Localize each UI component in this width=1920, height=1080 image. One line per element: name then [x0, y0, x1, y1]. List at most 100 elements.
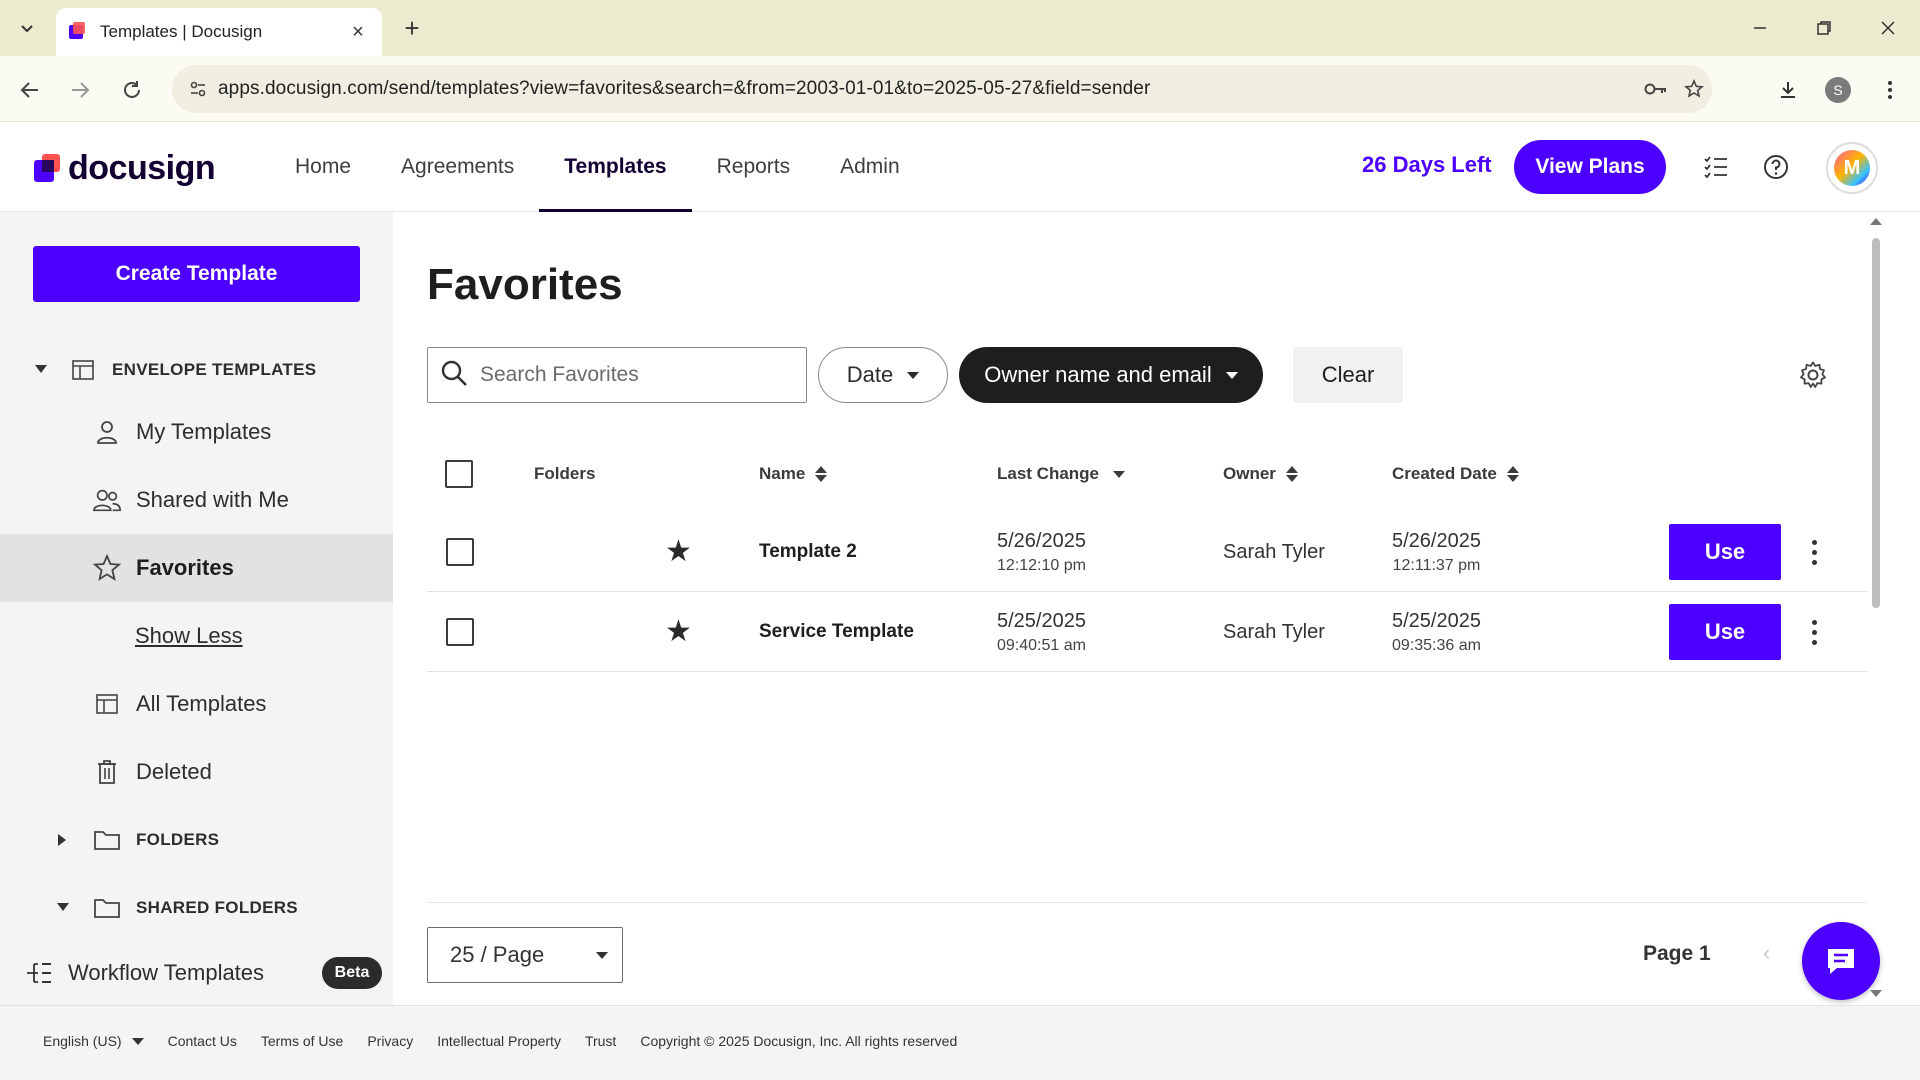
template-name[interactable]: Template 2	[759, 541, 857, 563]
chat-icon	[1828, 949, 1854, 974]
select-all-checkbox[interactable]	[445, 460, 473, 488]
search-icon	[440, 359, 468, 392]
close-window-icon[interactable]	[1868, 12, 1908, 44]
view-plans-button[interactable]: View Plans	[1514, 140, 1666, 194]
checklist-icon[interactable]	[1698, 149, 1734, 185]
per-page-select[interactable]: 25 / Page	[427, 927, 623, 983]
sidebar-item-deleted[interactable]: Deleted	[0, 738, 393, 806]
docusign-logo[interactable]: docusign	[34, 148, 216, 187]
browser-profile-avatar[interactable]: S	[1820, 72, 1856, 108]
show-less-link[interactable]: Show Less	[135, 623, 243, 649]
app-header: docusign Home Agreements Templates Repor…	[0, 122, 1920, 213]
col-created-date[interactable]: Created Date	[1392, 444, 1519, 504]
use-template-button[interactable]: Use	[1669, 524, 1781, 580]
tab-search-chevron-icon[interactable]	[9, 10, 45, 46]
password-key-icon[interactable]	[1638, 65, 1674, 113]
use-template-button[interactable]: Use	[1669, 604, 1781, 660]
logo-text: docusign	[68, 148, 216, 187]
clear-filters-button[interactable]: Clear	[1293, 347, 1403, 403]
row-checkbox[interactable]	[446, 618, 474, 646]
user-avatar[interactable]: M	[1826, 142, 1878, 194]
page-indicator: Page 1	[1643, 942, 1711, 965]
more-options-icon[interactable]	[1799, 532, 1829, 572]
sort-desc-icon	[1113, 470, 1126, 478]
footer-link-privacy[interactable]: Privacy	[367, 1033, 413, 1049]
more-options-icon[interactable]	[1799, 612, 1829, 652]
table-row[interactable]: ★ Service Template 5/25/2025 09:40:51 am…	[427, 592, 1867, 672]
owner-filter-button[interactable]: Owner name and email	[959, 347, 1263, 403]
sidebar-item-workflow-templates[interactable]: Workflow Templates Beta	[0, 942, 393, 1004]
new-tab-icon[interactable]: +	[396, 12, 428, 44]
help-icon[interactable]	[1758, 149, 1794, 185]
table-header: Folders Name Last Change Owner Created D…	[427, 444, 1867, 504]
chevron-down-icon	[907, 371, 920, 379]
download-icon[interactable]	[1770, 72, 1806, 108]
bookmark-star-icon[interactable]	[1676, 65, 1712, 113]
scroll-up-icon[interactable]	[1870, 218, 1882, 225]
trash-icon	[92, 757, 122, 787]
sidebar-item-shared-with-me[interactable]: Shared with Me	[0, 466, 393, 534]
browser-menu-icon[interactable]	[1872, 72, 1908, 108]
chevron-down-icon	[596, 952, 608, 959]
table-row[interactable]: ★ Template 2 5/26/2025 12:12:10 pm Sarah…	[427, 512, 1867, 592]
reload-icon[interactable]	[114, 72, 150, 108]
search-input[interactable]	[480, 363, 800, 387]
scroll-down-icon[interactable]	[1870, 990, 1882, 997]
footer-link-terms-of-use[interactable]: Terms of Use	[261, 1033, 343, 1049]
browser-tab[interactable]: Templates | Docusign ×	[56, 8, 382, 56]
envelope-templates-section[interactable]: ENVELOPE TEMPLATES	[0, 342, 393, 398]
previous-page-icon[interactable]: ‹	[1763, 940, 1770, 966]
favorite-star-icon[interactable]: ★	[665, 537, 692, 567]
sidebar-item-my-templates[interactable]: My Templates	[0, 398, 393, 466]
row-checkbox[interactable]	[446, 538, 474, 566]
col-created-date-label: Created Date	[1392, 464, 1497, 483]
date-filter-button[interactable]: Date	[818, 347, 948, 403]
nav-admin[interactable]: Admin	[815, 122, 925, 212]
sidebar-item-favorites[interactable]: Favorites	[0, 534, 393, 602]
footer-link-contact-us[interactable]: Contact Us	[168, 1033, 237, 1049]
all-templates-label: All Templates	[136, 691, 267, 716]
table-settings-gear-icon[interactable]	[1795, 357, 1831, 393]
main-scrollbar[interactable]	[1868, 218, 1882, 998]
search-box[interactable]	[427, 347, 807, 403]
footer-link-trust[interactable]: Trust	[585, 1033, 616, 1049]
created-date-cell: 5/26/2025 12:11:37 pm	[1392, 512, 1481, 592]
last-change-time: 09:40:51 am	[997, 636, 1086, 654]
my-templates-label: My Templates	[136, 419, 272, 444]
sort-icon	[815, 466, 828, 482]
show-less-row: Show Less	[0, 602, 393, 670]
footer-link-intellectual-property[interactable]: Intellectual Property	[437, 1033, 561, 1049]
favorite-star-icon[interactable]: ★	[665, 617, 692, 647]
sidebar-item-all-templates[interactable]: All Templates	[0, 670, 393, 738]
all-templates-icon	[92, 689, 122, 719]
forward-icon[interactable]	[62, 72, 98, 108]
shared-folder-icon	[92, 893, 122, 923]
trial-days-left[interactable]: 26 Days Left	[1362, 152, 1492, 178]
collapse-caret-icon	[53, 903, 73, 913]
per-page-value: 25 / Page	[450, 942, 545, 967]
folders-section[interactable]: FOLDERS	[0, 806, 393, 874]
col-name[interactable]: Name	[759, 444, 828, 504]
col-owner[interactable]: Owner	[1223, 444, 1298, 504]
created-date: 5/25/2025	[1392, 609, 1481, 632]
main-nav: Home Agreements Templates Reports Admin	[270, 122, 925, 213]
template-name[interactable]: Service Template	[759, 621, 914, 643]
close-tab-icon[interactable]: ×	[344, 18, 372, 46]
shared-folders-section[interactable]: SHARED FOLDERS	[0, 874, 393, 942]
col-last-change[interactable]: Last Change	[997, 444, 1126, 504]
nav-home[interactable]: Home	[270, 122, 376, 212]
nav-agreements[interactable]: Agreements	[376, 122, 539, 212]
minimize-icon[interactable]	[1740, 12, 1780, 44]
favorites-label: Favorites	[136, 555, 234, 580]
back-icon[interactable]	[12, 72, 48, 108]
nav-reports[interactable]: Reports	[692, 122, 816, 212]
nav-templates[interactable]: Templates	[539, 122, 692, 213]
site-settings-icon[interactable]	[178, 65, 218, 113]
create-template-button[interactable]: Create Template	[33, 246, 360, 302]
url-text: apps.docusign.com/send/templates?view=fa…	[218, 78, 1151, 99]
created-time: 09:35:36 am	[1392, 636, 1481, 654]
language-select[interactable]: English (US)	[43, 1033, 144, 1049]
address-bar[interactable]: apps.docusign.com/send/templates?view=fa…	[172, 65, 1712, 113]
restore-icon[interactable]	[1804, 12, 1844, 44]
scroll-thumb[interactable]	[1872, 238, 1880, 608]
